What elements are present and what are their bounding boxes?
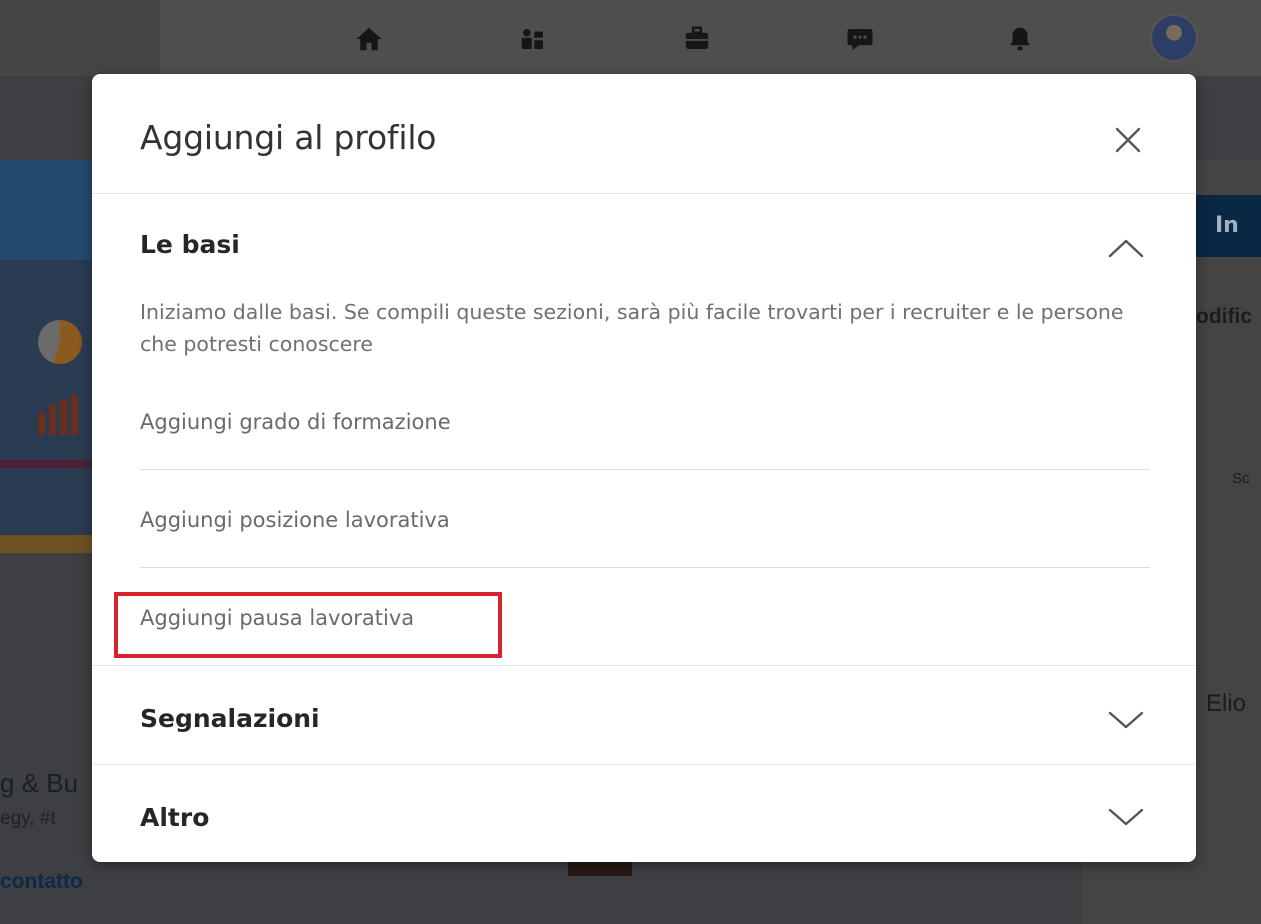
chevron-up-icon[interactable]: [1106, 236, 1146, 260]
avatar[interactable]: [1150, 14, 1198, 62]
background-right-button[interactable]: In: [1195, 195, 1261, 257]
pie-chart-graphic: [38, 320, 82, 364]
section-more-title: Altro: [140, 803, 210, 832]
network-icon[interactable]: [516, 24, 550, 54]
background-tags: egy, #t: [0, 808, 56, 829]
section-basics-description: Iniziamo dalle basi. Se compili queste s…: [140, 300, 1124, 356]
background-thumbnail: [568, 862, 632, 876]
section-more-header[interactable]: Altro: [92, 765, 1196, 862]
close-button[interactable]: [1110, 122, 1146, 158]
background-edit-link[interactable]: odific: [1196, 305, 1252, 329]
background-name-text: Elio: [1206, 690, 1247, 717]
background-headline: g & Bu: [0, 768, 79, 798]
divider: [140, 567, 1150, 568]
chevron-down-icon[interactable]: [1106, 708, 1146, 732]
divider: [140, 469, 1150, 470]
profile-banner: [0, 160, 92, 553]
add-education-link[interactable]: Aggiungi grado di formazione: [140, 410, 451, 434]
messaging-icon[interactable]: [843, 24, 877, 54]
background-small-text: Sc: [1232, 470, 1250, 487]
section-recommendations-title: Segnalazioni: [140, 704, 320, 733]
bar-chart-graphic: [38, 395, 92, 435]
top-navigation-bar: [0, 0, 1261, 76]
notifications-icon[interactable]: [1003, 24, 1037, 54]
chevron-down-icon[interactable]: [1106, 805, 1146, 829]
section-basics-header[interactable]: Le basi: [92, 194, 1196, 274]
add-career-break-link[interactable]: Aggiungi pausa lavorativa: [140, 606, 414, 630]
home-icon[interactable]: [352, 24, 386, 54]
background-contact-link[interactable]: contatto: [0, 870, 83, 894]
add-to-profile-dialog: Aggiungi al profilo Le basi Iniziamo dal…: [92, 74, 1196, 862]
jobs-icon[interactable]: [680, 24, 714, 54]
dialog-header: Aggiungi al profilo: [92, 74, 1196, 194]
dialog-title: Aggiungi al profilo: [140, 118, 437, 157]
section-recommendations-header[interactable]: Segnalazioni: [92, 666, 1196, 764]
close-icon: [1115, 127, 1141, 153]
search-area[interactable]: [0, 0, 160, 76]
add-position-link[interactable]: Aggiungi posizione lavorativa: [140, 508, 450, 532]
section-basics-title: Le basi: [140, 230, 240, 259]
